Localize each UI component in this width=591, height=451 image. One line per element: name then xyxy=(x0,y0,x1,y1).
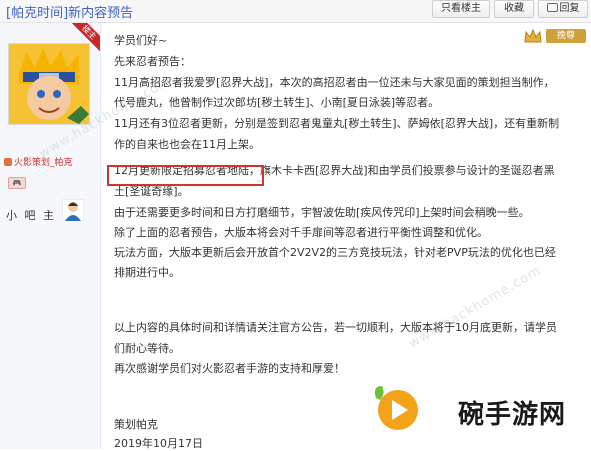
post-line: 作的自来也也会在11月上架。 xyxy=(114,138,260,151)
post-line: 土[圣诞奇缘]。 xyxy=(114,185,189,198)
author-role: 小 吧 主 xyxy=(6,209,56,222)
site-name: 碗手游网 xyxy=(458,400,567,430)
reply-icon xyxy=(546,3,558,12)
post-line: 先来忍者预告： xyxy=(114,55,191,68)
thread-title[interactable]: [帕克时间]新内容预告 xyxy=(6,2,133,21)
post-line: 们耐心等待。 xyxy=(114,342,180,355)
level-icon xyxy=(4,158,12,166)
post-line: 由于还需要更多时间和日方打磨细节，宇智波佐助[疾风传咒印]上架时间会稍晚一些。 xyxy=(114,206,530,219)
post-line: 11月高招忍者我爱罗[忍界大战]，本次的高招忍者由一位还未与大家见面的策划担当制… xyxy=(114,76,555,89)
post-line: 11月还有3位忍者更新，分别是签到忍者鬼童丸[秽土转生]、萨姆依[忍界大战]，还… xyxy=(114,117,560,130)
post-line: 除了上面的忍者预告，大版本将会对千手扉间等忍者进行平衡性调整和优化。 xyxy=(114,226,488,239)
post-signature: 策划帕克 xyxy=(114,418,158,431)
post-line: 代号鹿丸，他曾制作过次郎坊[秽土转生]、小南[夏日泳装]等忍者。 xyxy=(114,96,440,109)
game-badge-icon: 🎮 xyxy=(8,177,26,189)
post-line: 玩法方面，大版本更新后会开放首个2V2V2的三方竞技玩法，针对老PVP玩法的优化… xyxy=(114,246,556,259)
member-badge[interactable]: 挽尊 xyxy=(546,29,586,43)
post-line: 学员们好~ xyxy=(114,34,168,47)
reply-label: 回复 xyxy=(559,3,580,14)
author-name[interactable]: 火影策划_帕克 xyxy=(4,155,73,168)
post-line: 再次感谢学员们对火影忍者手游的支持和厚爱！ xyxy=(114,362,345,375)
naruto-avatar-icon xyxy=(9,44,89,124)
post-line: 排期进行中。 xyxy=(114,266,180,279)
highlight-box xyxy=(107,165,264,186)
author-panel: 火影策划_帕克 🎮 小 吧 主 xyxy=(0,23,101,449)
watermark: www.hackhome.com xyxy=(406,263,545,352)
reply-button[interactable]: 回复 xyxy=(538,0,588,18)
post-header: [帕克时间]新内容预告 只看楼主 收藏 回复 xyxy=(0,0,591,23)
op-ribbon: 楼主 xyxy=(72,23,100,51)
site-logo-icon xyxy=(374,386,418,430)
favorite-button[interactable]: 收藏 xyxy=(494,0,534,18)
avatar[interactable] xyxy=(8,43,90,125)
moderator-icon xyxy=(62,199,84,221)
only-op-button[interactable]: 只看楼主 xyxy=(432,0,490,18)
crown-icon xyxy=(524,28,542,43)
post-line: 以上内容的具体时间和详情请关注官方公告，若一切顺利，大版本将于10月底更新，请学… xyxy=(114,321,557,334)
